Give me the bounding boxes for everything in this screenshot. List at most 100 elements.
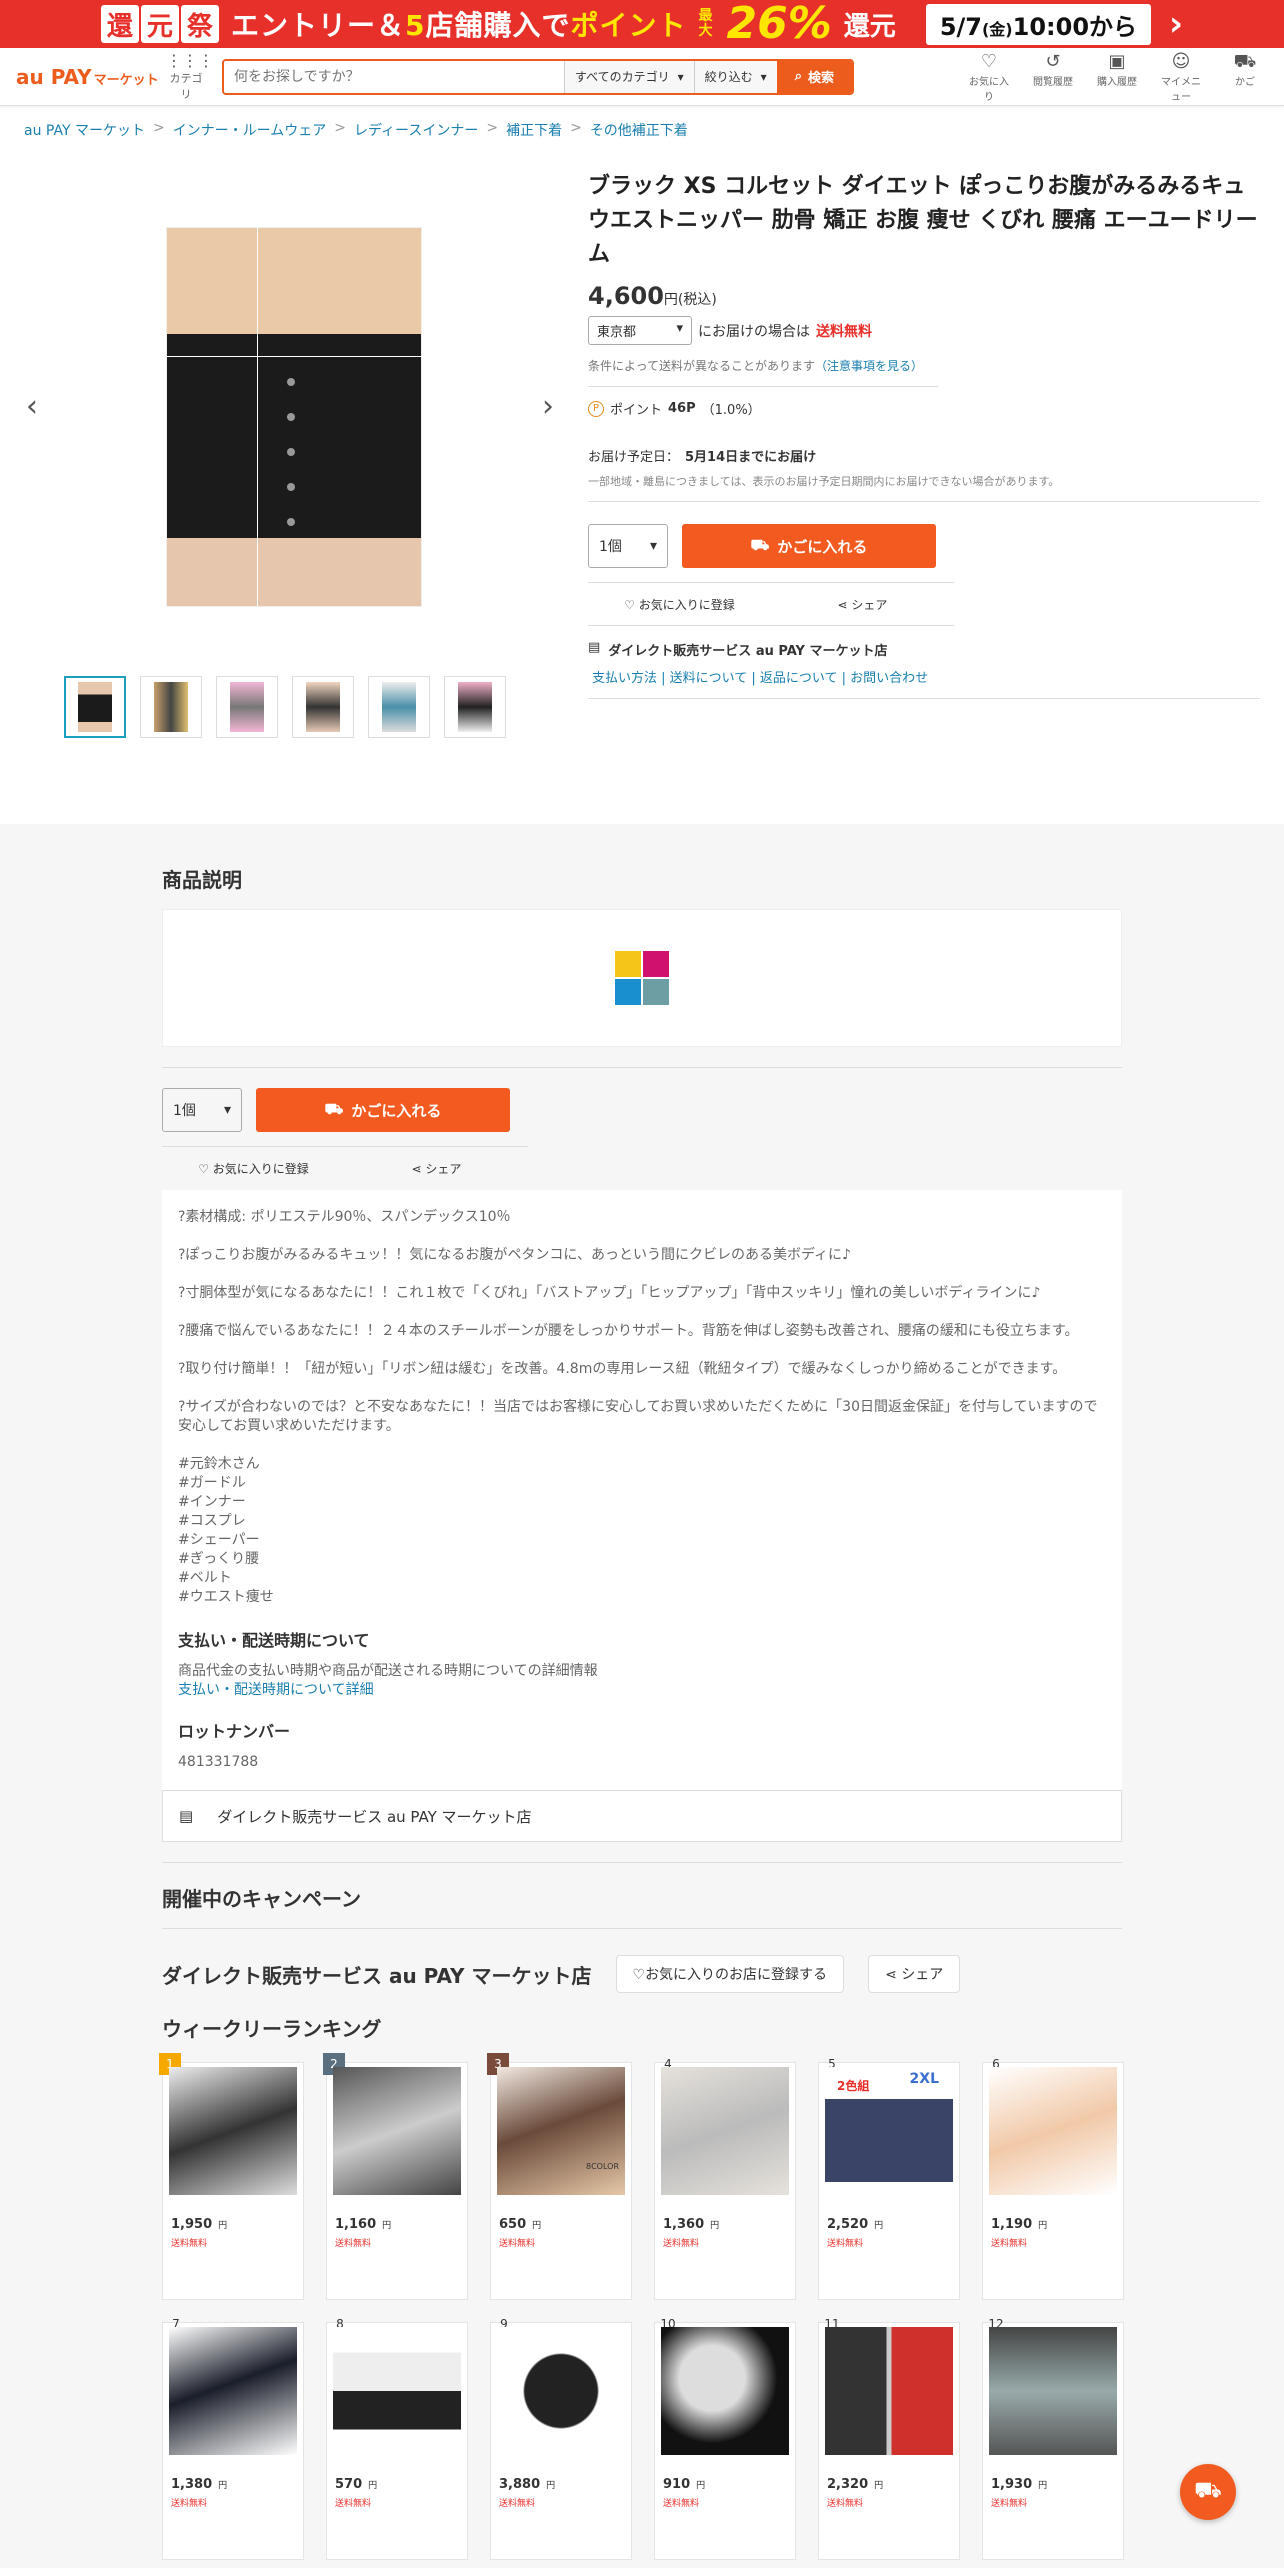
share-button[interactable]: ⋖ シェア bbox=[771, 596, 954, 613]
add-to-cart-button[interactable]: ⛟ かごに入れる bbox=[682, 524, 936, 568]
description-heading: 商品説明 bbox=[162, 868, 242, 892]
breadcrumb-item[interactable]: au PAY マーケット bbox=[24, 120, 145, 140]
ranking-item[interactable]: 10 910 円送料無料 bbox=[654, 2317, 796, 2560]
ranking-item[interactable]: 11 2,320 円送料無料 bbox=[818, 2317, 960, 2560]
ranking-item[interactable]: 5 2色組 2XL 2,520 円送料無料 bbox=[818, 2057, 960, 2300]
seller-bar[interactable]: ▤ ダイレクト販売サービス au PAY マーケット店 bbox=[162, 1790, 1122, 1842]
description-paragraph: ?ぽっこりお腹がみるみるキュッ！！気になるお腹がペタンコに、あっという間にクビレ… bbox=[178, 1247, 851, 1263]
breadcrumb-item[interactable]: レディースインナー bbox=[354, 120, 478, 140]
banner-kanji: 還 bbox=[100, 5, 139, 43]
description-section: 商品説明 1個 ▾ ⛟ かごに入れる ♡ お気に入りに登録 ⋖ シェア ?素材構成:… bbox=[0, 824, 1284, 2568]
breadcrumb-item[interactable]: その他補正下着 bbox=[590, 120, 688, 140]
product-thumbnail[interactable] bbox=[292, 676, 354, 738]
site-header: au PAYマーケット ⋮⋮⋮カテゴリ すべてのカテゴリ▾ 絞り込む▾ ⌕検索 … bbox=[0, 48, 1284, 106]
cart-link[interactable]: ⛟ かご bbox=[1222, 51, 1268, 103]
free-shipping-label: 送料無料 bbox=[827, 2499, 864, 2509]
share-button[interactable]: ⋖ シェア bbox=[345, 1160, 528, 1177]
promo-banner[interactable]: 還元祭 エントリー＆5店舗購入でポイント 最大 26% 還元 5/7(金)10:… bbox=[0, 0, 1284, 48]
product-info: ブラック XS コルセット ダイエット ぽっこりお腹がみるみるキュ ウエストニッ… bbox=[588, 164, 1260, 824]
ranking-item[interactable]: 12 1,930 円送料無料 bbox=[982, 2317, 1124, 2560]
cart-icon: ⛟ bbox=[1233, 50, 1257, 72]
description-paragraph: ?寸胴体型が気になるあなたに！！これ１枚で「くびれ」「バストアップ」「ヒップアッ… bbox=[178, 1285, 1041, 1301]
product-main-image[interactable] bbox=[166, 227, 422, 607]
category-select[interactable]: すべてのカテゴリ ▾ bbox=[563, 60, 694, 93]
free-shipping-label: 送料無料 bbox=[991, 2239, 1028, 2249]
filter-select[interactable]: 絞り込む ▾ bbox=[693, 60, 777, 93]
seller-links[interactable]: 支払い方法 | 送料について | 返品について | お問い合わせ bbox=[588, 667, 1260, 686]
follow-shop-button[interactable]: ♡お気に入りのお店に登録する bbox=[615, 1955, 845, 1993]
free-shipping-label: 送料無料 bbox=[663, 2239, 700, 2249]
favorites-link[interactable]: ♡ お気に入り bbox=[966, 51, 1012, 103]
ranking-item[interactable]: 8 570 円送料無料 bbox=[326, 2317, 468, 2560]
free-shipping-label: 送料無料 bbox=[499, 2239, 536, 2249]
payment-details-link[interactable]: 支払い・配送時期について詳細 bbox=[178, 1682, 374, 1698]
seller-name[interactable]: ▤ ダイレクト販売サービス au PAY マーケット店 bbox=[588, 640, 1260, 659]
purchase-history-link[interactable]: ▣ 購入履歴 bbox=[1094, 51, 1140, 103]
product-image bbox=[169, 2327, 297, 2455]
product-price: 4,600円(税込) bbox=[588, 282, 717, 310]
description-body: ?素材構成: ポリエステル90％、スパンデックス10％ ?ぽっこりお腹がみるみる… bbox=[162, 1190, 1122, 1790]
shop-share-button[interactable]: ⋖ シェア bbox=[868, 1955, 961, 1993]
campaign-heading: 開催中のキャンペーン bbox=[162, 1887, 361, 1911]
product-price: 2,520 円 bbox=[827, 2217, 884, 2232]
floating-cart-button[interactable]: ⛟ bbox=[1180, 2464, 1236, 2520]
product-thumbnail[interactable] bbox=[140, 676, 202, 738]
product-image bbox=[497, 2327, 625, 2455]
category-menu-button[interactable]: ⋮⋮⋮ カテゴリ bbox=[166, 51, 214, 102]
ranking-item[interactable]: 9 3,880 円送料無料 bbox=[490, 2317, 632, 2560]
site-logo[interactable]: au PAY マーケット bbox=[16, 65, 166, 89]
quantity-select[interactable]: 1個 ▾ bbox=[162, 1088, 242, 1132]
chevron-right-icon[interactable]: › bbox=[1169, 4, 1183, 44]
product-image bbox=[333, 2327, 461, 2455]
shop-name[interactable]: ダイレクト販売サービス au PAY マーケット店 bbox=[162, 1960, 592, 1989]
add-favorite-button[interactable]: ♡ お気に入りに登録 bbox=[588, 596, 771, 613]
add-favorite-button[interactable]: ♡ お気に入りに登録 bbox=[162, 1160, 345, 1177]
category-label: カテゴリ bbox=[169, 71, 203, 101]
ranking-item[interactable]: 1 1,950 円送料無料 bbox=[159, 2053, 304, 2300]
add-to-cart-button[interactable]: ⛟ かごに入れる bbox=[256, 1088, 510, 1132]
quantity-select[interactable]: 1個 ▾ bbox=[588, 524, 668, 568]
shipping-notes-link[interactable]: （注意事項を見る） bbox=[815, 359, 923, 373]
prefecture-select[interactable]: 東京都 ▾ bbox=[588, 316, 692, 345]
ranking-item[interactable]: 4 1,360 円送料無料 bbox=[654, 2057, 796, 2300]
product-price: 1,380 円 bbox=[171, 2477, 228, 2492]
hashtag: #インナー bbox=[178, 1494, 246, 1510]
hashtag: #ウエスト痩せ bbox=[178, 1589, 274, 1605]
ranking-item[interactable]: 2 1,160 円送料無料 bbox=[323, 2053, 468, 2300]
cart-icon: ⛟ bbox=[1194, 2478, 1222, 2503]
free-shipping-label: 送料無料 bbox=[335, 2239, 372, 2249]
payment-heading: 支払い・配送時期について bbox=[178, 1631, 370, 1650]
product-thumbnail[interactable] bbox=[64, 676, 126, 738]
caret-down-icon: ▾ bbox=[223, 1102, 231, 1118]
search-input[interactable] bbox=[224, 60, 564, 93]
delivery-date: お届け予定日： 5月14日までにお届け bbox=[588, 450, 817, 465]
history-link[interactable]: ↺ 閲覧履歴 bbox=[1030, 51, 1076, 103]
product-title: ブラック XS コルセット ダイエット ぽっこりお腹がみるみるキュ ウエストニッ… bbox=[588, 174, 1258, 267]
my-menu-link[interactable]: ☺ マイメニュー bbox=[1158, 51, 1204, 103]
breadcrumb-item[interactable]: 補正下着 bbox=[506, 120, 562, 140]
share-icon: ⋖ bbox=[411, 1162, 426, 1176]
hashtag: #コスプレ bbox=[178, 1513, 246, 1529]
search-button[interactable]: ⌕ 検索 bbox=[776, 60, 852, 93]
product-image: 8COLOR bbox=[497, 2067, 625, 2195]
product-thumbnail[interactable] bbox=[444, 676, 506, 738]
chevron-right-icon[interactable]: › bbox=[542, 389, 554, 424]
product-price: 1,360 円 bbox=[663, 2217, 720, 2232]
product-thumbnail[interactable] bbox=[368, 676, 430, 738]
banner-date: 5/7(金)10:00から bbox=[925, 3, 1152, 45]
free-shipping-label: 送料無料 bbox=[171, 2239, 208, 2249]
product-image bbox=[169, 2067, 297, 2195]
payment-text: 商品代金の支払い時期や商品が配送される時期についての詳細情報 bbox=[178, 1663, 598, 1679]
chevron-left-icon[interactable]: ‹ bbox=[26, 389, 38, 424]
product-price: 1,950 円 bbox=[171, 2217, 228, 2232]
banner-max: 最大 bbox=[698, 8, 713, 39]
user-icon: ☺ bbox=[1171, 50, 1191, 72]
breadcrumb-item[interactable]: インナー・ルームウェア bbox=[173, 120, 327, 140]
ranking-item[interactable]: 7 1,380 円送料無料 bbox=[162, 2317, 304, 2560]
free-shipping-label: 送料無料 bbox=[991, 2499, 1028, 2509]
product-thumbnail[interactable] bbox=[216, 676, 278, 738]
ranking-grid: 1 1,950 円送料無料 2 1,160 円送料無料 3 8COLOR 650 円送料無料 … bbox=[159, 2053, 1124, 2560]
ranking-item[interactable]: 6 1,190 円送料無料 bbox=[982, 2057, 1124, 2300]
image-caption: 2XL bbox=[909, 2071, 939, 2087]
ranking-item[interactable]: 3 8COLOR 650 円送料無料 bbox=[487, 2053, 632, 2300]
